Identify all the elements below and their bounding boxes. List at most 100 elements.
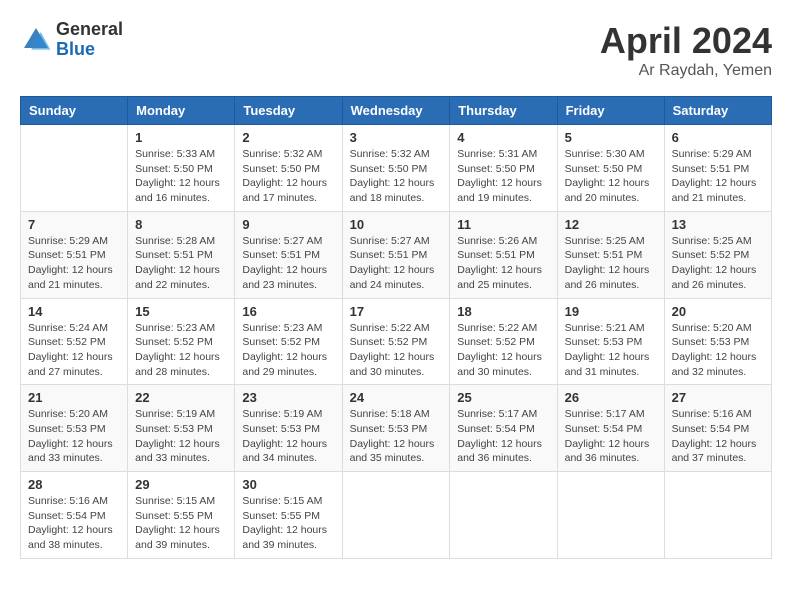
day-info: Sunrise: 5:23 AMSunset: 5:52 PMDaylight:… [242,321,334,380]
column-header-thursday: Thursday [450,97,557,125]
day-number: 29 [135,477,227,492]
day-number: 5 [565,130,657,145]
calendar-cell: 10 Sunrise: 5:27 AMSunset: 5:51 PMDayligh… [342,211,450,298]
calendar-cell: 4 Sunrise: 5:31 AMSunset: 5:50 PMDaylight… [450,125,557,212]
day-info: Sunrise: 5:28 AMSunset: 5:51 PMDaylight:… [135,234,227,293]
day-number: 9 [242,217,334,232]
day-number: 2 [242,130,334,145]
calendar-week-row: 21 Sunrise: 5:20 AMSunset: 5:53 PMDayligh… [21,385,772,472]
calendar-cell [664,472,771,559]
calendar-cell: 14 Sunrise: 5:24 AMSunset: 5:52 PMDayligh… [21,298,128,385]
calendar-cell: 7 Sunrise: 5:29 AMSunset: 5:51 PMDaylight… [21,211,128,298]
page-header: General Blue April 2024 Ar Raydah, Yemen [20,20,772,80]
day-info: Sunrise: 5:32 AMSunset: 5:50 PMDaylight:… [242,147,334,206]
calendar-cell [557,472,664,559]
day-info: Sunrise: 5:27 AMSunset: 5:51 PMDaylight:… [350,234,443,293]
calendar-cell: 21 Sunrise: 5:20 AMSunset: 5:53 PMDayligh… [21,385,128,472]
day-info: Sunrise: 5:19 AMSunset: 5:53 PMDaylight:… [135,407,227,466]
calendar-cell: 15 Sunrise: 5:23 AMSunset: 5:52 PMDayligh… [128,298,235,385]
calendar-cell: 16 Sunrise: 5:23 AMSunset: 5:52 PMDayligh… [235,298,342,385]
day-number: 4 [457,130,549,145]
column-header-saturday: Saturday [664,97,771,125]
calendar-cell: 20Sunrise: 5:20 AMSunset: 5:53 PMDayligh… [664,298,771,385]
day-number: 21 [28,390,120,405]
logo-text: General Blue [56,20,123,60]
day-number: 6 [672,130,764,145]
calendar-cell: 28 Sunrise: 5:16 AMSunset: 5:54 PMDayligh… [21,472,128,559]
day-info: Sunrise: 5:29 AMSunset: 5:51 PMDaylight:… [28,234,120,293]
day-info: Sunrise: 5:33 AMSunset: 5:50 PMDaylight:… [135,147,227,206]
column-header-tuesday: Tuesday [235,97,342,125]
day-number: 7 [28,217,120,232]
day-info: Sunrise: 5:26 AMSunset: 5:51 PMDaylight:… [457,234,549,293]
day-number: 30 [242,477,334,492]
day-number: 13 [672,217,764,232]
calendar-week-row: 28 Sunrise: 5:16 AMSunset: 5:54 PMDayligh… [21,472,772,559]
day-info: Sunrise: 5:17 AMSunset: 5:54 PMDaylight:… [565,407,657,466]
day-number: 3 [350,130,443,145]
day-info: Sunrise: 5:32 AMSunset: 5:50 PMDaylight:… [350,147,443,206]
calendar-cell: 27 Sunrise: 5:16 AMSunset: 5:54 PMDayligh… [664,385,771,472]
day-number: 1 [135,130,227,145]
day-number: 22 [135,390,227,405]
calendar-cell: 8 Sunrise: 5:28 AMSunset: 5:51 PMDaylight… [128,211,235,298]
calendar-cell: 23Sunrise: 5:19 AMSunset: 5:53 PMDayligh… [235,385,342,472]
day-number: 28 [28,477,120,492]
calendar-week-row: 1 Sunrise: 5:33 AMSunset: 5:50 PMDaylight… [21,125,772,212]
day-info: Sunrise: 5:16 AMSunset: 5:54 PMDaylight:… [28,494,120,553]
day-info: Sunrise: 5:25 AMSunset: 5:51 PMDaylight:… [565,234,657,293]
calendar-cell [21,125,128,212]
calendar-cell: 30Sunrise: 5:15 AMSunset: 5:55 PMDayligh… [235,472,342,559]
logo: General Blue [20,20,123,60]
day-number: 8 [135,217,227,232]
day-number: 24 [350,390,443,405]
day-info: Sunrise: 5:22 AMSunset: 5:52 PMDaylight:… [350,321,443,380]
day-info: Sunrise: 5:18 AMSunset: 5:53 PMDaylight:… [350,407,443,466]
day-info: Sunrise: 5:29 AMSunset: 5:51 PMDaylight:… [672,147,764,206]
day-number: 14 [28,304,120,319]
day-number: 17 [350,304,443,319]
day-info: Sunrise: 5:24 AMSunset: 5:52 PMDaylight:… [28,321,120,380]
day-number: 27 [672,390,764,405]
column-header-wednesday: Wednesday [342,97,450,125]
calendar-table: SundayMondayTuesdayWednesdayThursdayFrid… [20,96,772,559]
day-number: 10 [350,217,443,232]
calendar-week-row: 14 Sunrise: 5:24 AMSunset: 5:52 PMDayligh… [21,298,772,385]
day-number: 16 [242,304,334,319]
month-title: April 2024 [600,20,772,62]
calendar-cell: 22 Sunrise: 5:19 AMSunset: 5:53 PMDayligh… [128,385,235,472]
day-number: 15 [135,304,227,319]
calendar-cell: 9Sunrise: 5:27 AMSunset: 5:51 PMDaylight… [235,211,342,298]
logo-general: General [56,20,123,40]
day-info: Sunrise: 5:23 AMSunset: 5:52 PMDaylight:… [135,321,227,380]
calendar-cell: 24 Sunrise: 5:18 AMSunset: 5:53 PMDayligh… [342,385,450,472]
title-block: April 2024 Ar Raydah, Yemen [600,20,772,80]
calendar-cell: 17 Sunrise: 5:22 AMSunset: 5:52 PMDayligh… [342,298,450,385]
day-info: Sunrise: 5:19 AMSunset: 5:53 PMDaylight:… [242,407,334,466]
calendar-cell: 1 Sunrise: 5:33 AMSunset: 5:50 PMDaylight… [128,125,235,212]
day-info: Sunrise: 5:31 AMSunset: 5:50 PMDaylight:… [457,147,549,206]
calendar-cell: 29 Sunrise: 5:15 AMSunset: 5:55 PMDayligh… [128,472,235,559]
day-info: Sunrise: 5:15 AMSunset: 5:55 PMDaylight:… [135,494,227,553]
column-header-sunday: Sunday [21,97,128,125]
calendar-cell: 18Sunrise: 5:22 AMSunset: 5:52 PMDayligh… [450,298,557,385]
column-header-friday: Friday [557,97,664,125]
calendar-cell: 25Sunrise: 5:17 AMSunset: 5:54 PMDayligh… [450,385,557,472]
calendar-cell: 3 Sunrise: 5:32 AMSunset: 5:50 PMDaylight… [342,125,450,212]
calendar-cell: 26Sunrise: 5:17 AMSunset: 5:54 PMDayligh… [557,385,664,472]
calendar-cell: 11Sunrise: 5:26 AMSunset: 5:51 PMDayligh… [450,211,557,298]
day-info: Sunrise: 5:25 AMSunset: 5:52 PMDaylight:… [672,234,764,293]
calendar-cell: 12Sunrise: 5:25 AMSunset: 5:51 PMDayligh… [557,211,664,298]
day-info: Sunrise: 5:16 AMSunset: 5:54 PMDaylight:… [672,407,764,466]
calendar-cell [342,472,450,559]
day-info: Sunrise: 5:20 AMSunset: 5:53 PMDaylight:… [672,321,764,380]
logo-blue: Blue [56,40,123,60]
day-number: 25 [457,390,549,405]
calendar-header-row: SundayMondayTuesdayWednesdayThursdayFrid… [21,97,772,125]
calendar-cell [450,472,557,559]
day-info: Sunrise: 5:20 AMSunset: 5:53 PMDaylight:… [28,407,120,466]
calendar-cell: 5Sunrise: 5:30 AMSunset: 5:50 PMDaylight… [557,125,664,212]
calendar-cell: 6 Sunrise: 5:29 AMSunset: 5:51 PMDaylight… [664,125,771,212]
column-header-monday: Monday [128,97,235,125]
day-number: 19 [565,304,657,319]
